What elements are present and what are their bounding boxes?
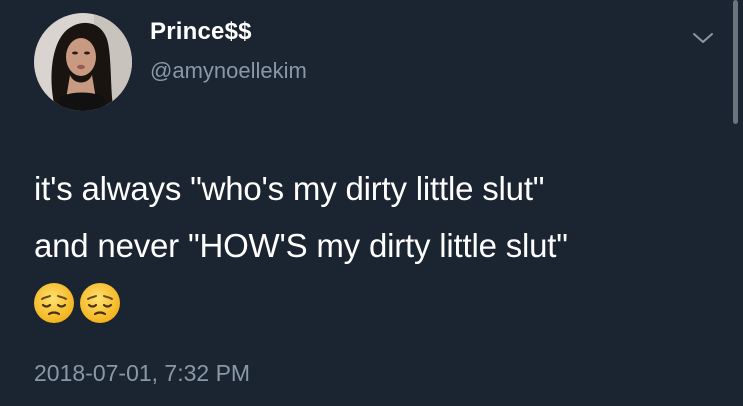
emoji-row <box>33 282 121 324</box>
timestamp[interactable]: 2018-07-01, 7:32 PM <box>34 360 250 387</box>
tweet-text-line: and never "HOW'S my dirty little slut" <box>34 227 568 264</box>
pensive-face-emoji-icon <box>34 283 74 323</box>
profile-photo-icon <box>34 13 132 111</box>
tweet-text-line: it's always "who's my dirty little slut" <box>34 170 545 207</box>
chevron-down-icon[interactable] <box>690 28 716 48</box>
pensive-face-emoji-icon <box>80 283 120 323</box>
avatar[interactable] <box>34 13 132 111</box>
tweet-card: Prince$$ @amynoellekim it's always "who'… <box>0 0 743 406</box>
handle[interactable]: @amynoellekim <box>150 58 307 84</box>
display-name[interactable]: Prince$$ <box>150 18 252 46</box>
scrollbar[interactable] <box>733 0 738 124</box>
tweet-text: it's always "who's my dirty little slut"… <box>34 160 568 274</box>
